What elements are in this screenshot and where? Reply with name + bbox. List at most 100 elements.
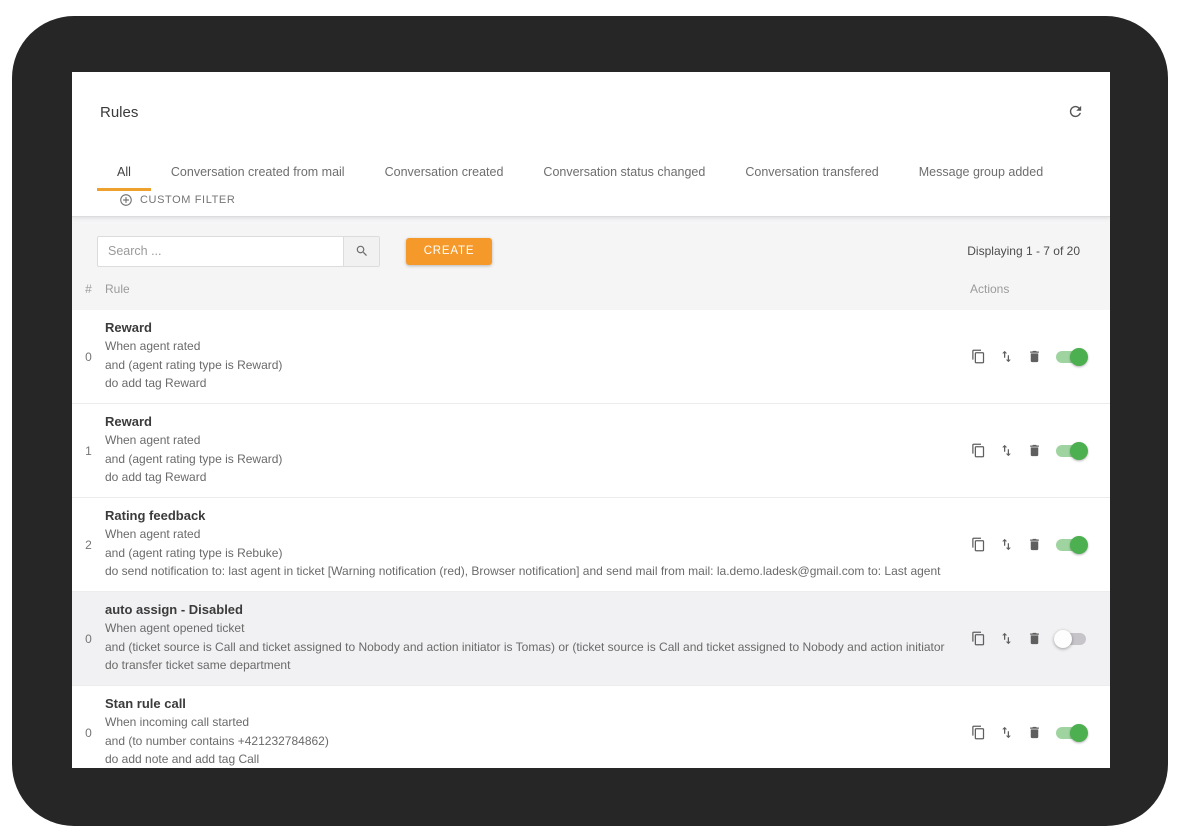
rule-line: do add tag Reward	[105, 468, 960, 487]
screenshot-stage: Rules All Conversation created from mail…	[0, 0, 1182, 840]
rule-description: auto assign - Disabled When agent opened…	[105, 592, 960, 685]
rule-description: Reward When agent ratedand (agent rating…	[105, 404, 960, 497]
toggle-knob	[1070, 536, 1088, 554]
magnifier-icon	[355, 244, 369, 258]
copy-button[interactable]	[970, 537, 986, 553]
rule-line: and (ticket source is Call and ticket as…	[105, 638, 960, 657]
rule-actions	[960, 686, 1110, 768]
rule-title: Reward	[105, 318, 960, 337]
rule-title: Rating feedback	[105, 506, 960, 525]
rule-line: do send notification to: last agent in t…	[105, 562, 960, 581]
rule-line: When agent rated	[105, 431, 960, 450]
refresh-icon	[1067, 103, 1084, 120]
copy-icon	[971, 631, 986, 646]
reorder-icon	[999, 725, 1014, 740]
panel-body: CREATE Displaying 1 - 7 of 20 # Rule Act…	[72, 217, 1110, 768]
rule-line: and (to number contains +421232784862)	[105, 732, 960, 751]
tab-message-group-added[interactable]: Message group added	[899, 155, 1063, 191]
copy-icon	[971, 725, 986, 740]
rule-line: do add note and add tag Call	[105, 750, 960, 768]
tab-conversation-transfered[interactable]: Conversation transfered	[725, 155, 898, 191]
rule-line: When incoming call started	[105, 713, 960, 732]
enabled-toggle[interactable]	[1054, 347, 1088, 367]
delete-icon	[1027, 631, 1042, 646]
table-row: 0 auto assign - Disabled When agent open…	[72, 592, 1110, 686]
copy-icon	[971, 537, 986, 552]
column-header-number: #	[72, 282, 105, 296]
rule-line: When agent rated	[105, 337, 960, 356]
column-header-rule: Rule	[105, 282, 960, 296]
column-header-actions: Actions	[960, 282, 1110, 296]
rule-line: do transfer ticket same department	[105, 656, 960, 675]
table-row: 0 Stan rule call When incoming call star…	[72, 686, 1110, 768]
delete-button[interactable]	[1026, 725, 1042, 741]
delete-icon	[1027, 537, 1042, 552]
reorder-button[interactable]	[998, 725, 1014, 741]
copy-button[interactable]	[970, 349, 986, 365]
reorder-icon	[999, 631, 1014, 646]
toolbar: CREATE Displaying 1 - 7 of 20	[72, 217, 1110, 267]
copy-button[interactable]	[970, 725, 986, 741]
enabled-toggle[interactable]	[1054, 441, 1088, 461]
search-box	[97, 236, 380, 267]
rule-actions	[960, 310, 1110, 403]
reorder-button[interactable]	[998, 537, 1014, 553]
reorder-button[interactable]	[998, 631, 1014, 647]
rule-order-number: 0	[72, 592, 105, 685]
toggle-knob	[1054, 630, 1072, 648]
tab-all[interactable]: All	[97, 155, 151, 191]
tab-conversation-created[interactable]: Conversation created	[365, 155, 524, 191]
rule-description: Reward When agent ratedand (agent rating…	[105, 310, 960, 403]
reorder-icon	[999, 349, 1014, 364]
reorder-icon	[999, 537, 1014, 552]
rule-actions	[960, 592, 1110, 685]
rule-order-number: 0	[72, 310, 105, 403]
refresh-button[interactable]	[1064, 100, 1086, 122]
plus-circle-icon	[119, 193, 133, 207]
rule-order-number: 1	[72, 404, 105, 497]
custom-filter-button[interactable]: CUSTOM FILTER	[119, 193, 235, 207]
copy-button[interactable]	[970, 443, 986, 459]
rule-title: Stan rule call	[105, 694, 960, 713]
rule-line: When agent rated	[105, 525, 960, 544]
rule-title: auto assign - Disabled	[105, 600, 960, 619]
tab-conversation-created-from-mail[interactable]: Conversation created from mail	[151, 155, 365, 191]
rule-line: and (agent rating type is Reward)	[105, 450, 960, 469]
rule-actions	[960, 404, 1110, 497]
search-input[interactable]	[98, 237, 343, 266]
rule-line: When agent opened ticket	[105, 619, 960, 638]
delete-icon	[1027, 349, 1042, 364]
delete-button[interactable]	[1026, 537, 1042, 553]
enabled-toggle[interactable]	[1054, 535, 1088, 555]
enabled-toggle[interactable]	[1054, 723, 1088, 743]
reorder-button[interactable]	[998, 349, 1014, 365]
delete-button[interactable]	[1026, 631, 1042, 647]
copy-button[interactable]	[970, 631, 986, 647]
rule-line: and (agent rating type is Reward)	[105, 356, 960, 375]
table-row: 1 Reward When agent ratedand (agent rati…	[72, 404, 1110, 498]
tab-conversation-status-changed[interactable]: Conversation status changed	[523, 155, 725, 191]
table-row: 2 Rating feedback When agent ratedand (a…	[72, 498, 1110, 592]
toggle-knob	[1070, 724, 1088, 742]
rule-description: Rating feedback When agent ratedand (age…	[105, 498, 960, 591]
rule-title: Reward	[105, 412, 960, 431]
rule-description: Stan rule call When incoming call starte…	[105, 686, 960, 768]
create-button[interactable]: CREATE	[406, 238, 492, 265]
rule-line: and (agent rating type is Rebuke)	[105, 544, 960, 563]
panel-header: Rules All Conversation created from mail…	[72, 72, 1110, 217]
page-title: Rules	[100, 104, 138, 121]
delete-icon	[1027, 443, 1042, 458]
delete-icon	[1027, 725, 1042, 740]
reorder-button[interactable]	[998, 443, 1014, 459]
enabled-toggle[interactable]	[1054, 629, 1088, 649]
filter-tabs: All Conversation created from mail Conve…	[97, 155, 1063, 191]
rule-actions	[960, 498, 1110, 591]
search-button[interactable]	[343, 237, 379, 266]
toggle-knob	[1070, 348, 1088, 366]
delete-button[interactable]	[1026, 349, 1042, 365]
rules-list: 0 Reward When agent ratedand (agent rati…	[72, 310, 1110, 768]
delete-button[interactable]	[1026, 443, 1042, 459]
copy-icon	[971, 349, 986, 364]
copy-icon	[971, 443, 986, 458]
rule-order-number: 0	[72, 686, 105, 768]
